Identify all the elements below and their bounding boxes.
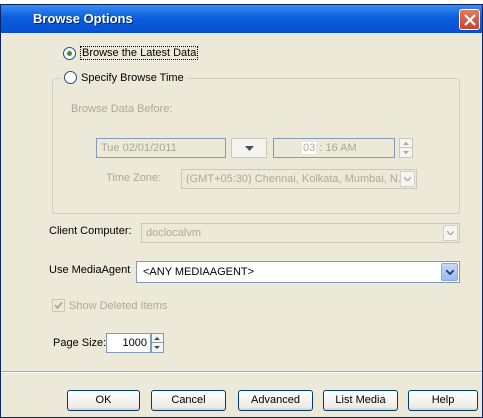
timezone-label: Time Zone:: [106, 172, 162, 184]
client-computer-label: Client Computer:: [49, 225, 132, 237]
browse-latest-label: Browse the Latest Data: [80, 46, 199, 60]
checkmark-icon: [54, 301, 63, 310]
cancel-button[interactable]: Cancel: [151, 390, 226, 411]
specify-browse-time-radio[interactable]: [64, 71, 77, 84]
client-computer-value: doclocalvm: [146, 227, 202, 239]
browse-date-field: Tue 02/01/2011: [96, 138, 226, 158]
timezone-select: (GMT+05:30) Chennai, Kolkata, Mumbai, N.…: [181, 169, 417, 189]
show-deleted-label: Show Deleted Items: [69, 299, 168, 312]
page-size-label: Page Size:: [53, 337, 107, 349]
spin-up-icon: [154, 337, 160, 340]
button-divider: [1, 371, 482, 373]
specify-browse-time-label: Specify Browse Time: [81, 71, 184, 84]
page-size-spin-down[interactable]: [152, 343, 163, 352]
client-computer-select: doclocalvm: [141, 223, 460, 243]
browse-time-field: 03 : 16 AM: [273, 138, 395, 158]
close-icon: [464, 14, 476, 26]
ok-button[interactable]: OK: [67, 390, 140, 411]
window-title: Browse Options: [33, 11, 133, 26]
page-size-spinner[interactable]: [151, 333, 164, 353]
show-deleted-checkbox: [52, 299, 65, 312]
title-bar[interactable]: Browse Options: [1, 5, 482, 33]
page-size-input[interactable]: 1000: [106, 333, 151, 353]
time-display: 03 : 16 AM: [302, 142, 357, 154]
media-agent-value: <ANY MEDIAAGENT>: [143, 266, 255, 278]
time-hour: 03: [302, 142, 317, 154]
spin-down-icon: [403, 151, 409, 154]
close-button[interactable]: [459, 9, 480, 30]
specify-browse-time-option[interactable]: Specify Browse Time: [61, 71, 187, 84]
time-separator: :: [319, 142, 323, 154]
list-media-button[interactable]: List Media: [323, 390, 398, 411]
browse-latest-option[interactable]: Browse the Latest Data: [63, 46, 199, 60]
time-spin-up: [400, 139, 412, 148]
help-button[interactable]: Help: [408, 390, 478, 411]
page-size-spin-up[interactable]: [152, 334, 163, 343]
browse-date-value: Tue 02/01/2011: [101, 142, 177, 154]
time-spin-down: [400, 148, 412, 157]
chevron-down-icon: [447, 231, 454, 235]
time-spinner: [399, 138, 413, 158]
timezone-value: (GMT+05:30) Chennai, Kolkata, Mumbai, N.…: [186, 173, 408, 185]
show-deleted-option: Show Deleted Items: [52, 299, 167, 312]
time-minute: 16: [325, 142, 338, 154]
browse-latest-radio[interactable]: [63, 46, 76, 60]
browse-before-label: Browse Data Before:: [71, 103, 173, 115]
chevron-down-icon: [446, 270, 454, 275]
media-agent-dropdown-arrow[interactable]: [441, 263, 458, 281]
client-dropdown-arrow: [443, 225, 458, 241]
time-ampm: AM: [340, 142, 357, 154]
chevron-down-icon: [245, 146, 254, 151]
page-size-value: 1000: [122, 337, 147, 349]
spin-down-icon: [154, 346, 160, 349]
spin-up-icon: [403, 142, 409, 145]
media-agent-label: Use MediaAgent: [49, 264, 131, 276]
media-agent-select[interactable]: <ANY MEDIAAGENT>: [136, 261, 460, 283]
timezone-dropdown-arrow: [400, 171, 415, 187]
date-picker-button: [231, 138, 267, 158]
chevron-down-icon: [404, 177, 411, 181]
advanced-button[interactable]: Advanced: [238, 390, 313, 411]
browse-options-dialog: Browse Options Browse the Latest Data Sp…: [0, 4, 483, 418]
